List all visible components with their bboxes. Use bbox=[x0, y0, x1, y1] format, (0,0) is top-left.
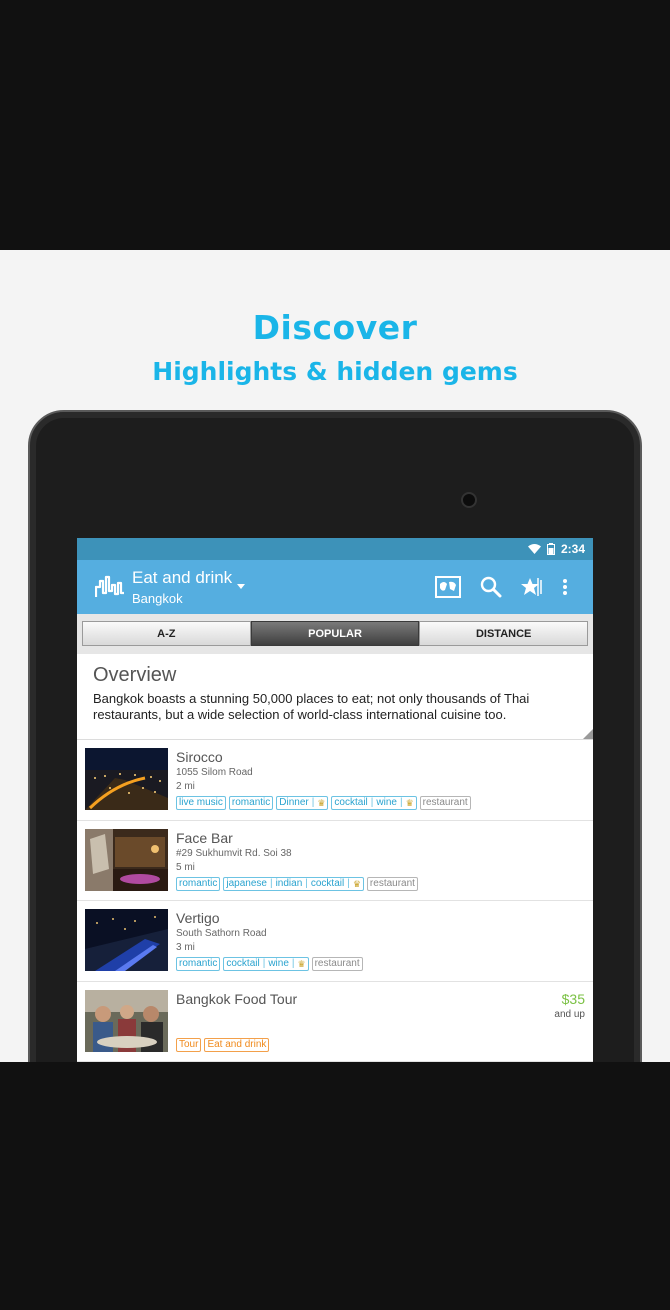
tag-list: romantic japanese | indian | cocktail | ♛ restau… bbox=[176, 876, 418, 891]
list-item[interactable]: Vertigo South Sathorn Road 3 mi romantic… bbox=[77, 901, 593, 982]
place-name: Face Bar bbox=[176, 829, 233, 846]
place-distance: 5 mi bbox=[176, 861, 195, 873]
tag-chip[interactable]: restaurant bbox=[366, 876, 418, 891]
tag-label: romantic bbox=[231, 797, 271, 808]
tag-chip[interactable]: romantic bbox=[176, 876, 221, 891]
tag-label: japanese bbox=[226, 877, 267, 889]
tag-list: romantic cocktail | wine | ♛ restaurant bbox=[176, 957, 363, 971]
place-address: #29 Sukhumvit Rd. Soi 38 bbox=[176, 847, 292, 859]
tab-a-z[interactable]: A-Z bbox=[82, 621, 251, 646]
place-thumbnail bbox=[85, 909, 168, 971]
tag-chip[interactable]: romantic bbox=[228, 796, 274, 810]
tag-label: romantic bbox=[179, 877, 218, 889]
tag-label: live music bbox=[179, 797, 223, 808]
tag-chip[interactable]: live music bbox=[176, 796, 226, 810]
place-thumbnail bbox=[85, 828, 168, 891]
tag-label: Eat and drink bbox=[207, 1038, 267, 1050]
tag-label: restaurant bbox=[314, 958, 360, 969]
status-bar: 2:34 bbox=[77, 538, 593, 560]
place-name: Bangkok Food Tour bbox=[176, 990, 298, 1007]
expand-corner-icon[interactable] bbox=[583, 729, 593, 739]
tag-chip[interactable]: Tour bbox=[176, 1037, 202, 1052]
tag-label: wine bbox=[268, 958, 289, 969]
tag-separator: | bbox=[269, 877, 273, 889]
tag-label: Dinner bbox=[279, 797, 309, 808]
battery-icon bbox=[546, 543, 555, 555]
overflow-menu-icon[interactable] bbox=[552, 574, 578, 600]
place-address: South Sathorn Road bbox=[176, 928, 267, 939]
search-icon[interactable] bbox=[478, 574, 504, 600]
list-item[interactable]: Face Bar #29 Sukhumvit Rd. Soi 38 5 mi r… bbox=[77, 821, 593, 901]
tag-list: live music romantic Dinner | ♛ cocktail | wine |… bbox=[176, 796, 471, 810]
place-thumbnail bbox=[85, 989, 168, 1052]
tab-distance[interactable]: DISTANCE bbox=[419, 621, 589, 646]
tag-label: restaurant bbox=[422, 797, 468, 808]
tag-separator: | bbox=[347, 877, 350, 889]
screen-title[interactable]: Eat and drink bbox=[132, 568, 232, 588]
place-thumbnail bbox=[85, 748, 168, 810]
tag-chip[interactable]: restaurant bbox=[311, 957, 363, 971]
place-distance: 3 mi bbox=[176, 942, 195, 953]
tag-label: cocktail bbox=[334, 797, 368, 808]
tag-label: romantic bbox=[179, 958, 218, 969]
action-bar: Eat and drink Bangkok bbox=[77, 560, 593, 614]
list-item[interactable]: Sirocco 1055 Silom Road 2 mi live music r… bbox=[77, 740, 593, 821]
tag-separator: | bbox=[291, 958, 295, 969]
wifi-icon bbox=[527, 544, 541, 554]
sort-tabs: A-Z POPULAR DISTANCE bbox=[77, 614, 593, 654]
tag-label: cocktail bbox=[226, 958, 260, 969]
screen-subtitle[interactable]: Bangkok bbox=[132, 591, 183, 606]
status-time: 2:34 bbox=[560, 542, 585, 556]
place-name: Sirocco bbox=[176, 749, 223, 765]
tag-separator: | bbox=[305, 877, 308, 889]
tab-popular[interactable]: POPULAR bbox=[250, 621, 420, 646]
place-address: 1055 Silom Road bbox=[176, 767, 253, 778]
camera-icon bbox=[461, 492, 477, 508]
list-item[interactable]: Bangkok Food Tour $35 and up Tour Eat and… bbox=[77, 982, 593, 1062]
city-skyline-icon[interactable] bbox=[95, 573, 125, 599]
overview-section[interactable]: Overview Bangkok boasts a stunning 50,00… bbox=[77, 654, 593, 740]
chevron-down-icon[interactable] bbox=[237, 584, 245, 589]
tag-chip[interactable]: cocktail | wine | ♛ bbox=[223, 957, 309, 971]
tag-label: indian bbox=[275, 877, 303, 889]
tag-chip[interactable]: Dinner | ♛ bbox=[276, 796, 329, 810]
top-black-band bbox=[0, 0, 670, 250]
tag-chip[interactable]: restaurant bbox=[419, 796, 471, 810]
promo-subline: Highlights & hidden gems bbox=[152, 357, 518, 386]
overview-text: Bangkok boasts a stunning 50,000 places … bbox=[93, 691, 530, 722]
price-note: and up bbox=[554, 1008, 585, 1020]
overview-title: Overview bbox=[93, 664, 177, 686]
tag-label: wine bbox=[376, 797, 397, 808]
map-icon[interactable] bbox=[435, 574, 461, 600]
place-distance: 2 mi bbox=[176, 781, 195, 792]
crown-icon: ♛ bbox=[297, 959, 306, 969]
tag-label: cocktail bbox=[310, 877, 345, 889]
tag-label: Tour bbox=[179, 1038, 199, 1050]
promo-panel: Discover Highlights & hidden gems 2:34 E… bbox=[0, 250, 670, 1062]
tag-chip[interactable]: cocktail | wine | ♛ bbox=[331, 796, 417, 810]
starred-icon[interactable] bbox=[520, 574, 546, 600]
crown-icon: ♛ bbox=[352, 878, 361, 889]
bottom-black-band bbox=[0, 1062, 670, 1310]
tag-separator: | bbox=[399, 797, 403, 808]
app-screen: 2:34 Eat and drink Bangkok A-Z POPULAR D… bbox=[77, 538, 593, 1062]
price-label: $35 bbox=[561, 990, 585, 1007]
tag-separator: | bbox=[311, 797, 315, 808]
tag-list: Tour Eat and drink bbox=[176, 1037, 270, 1052]
promo-headline: Discover bbox=[252, 308, 418, 347]
tag-label: restaurant bbox=[369, 877, 415, 889]
tag-chip[interactable]: Eat and drink bbox=[204, 1037, 270, 1052]
tag-chip[interactable]: romantic bbox=[176, 957, 221, 971]
tag-chip[interactable]: japanese | indian | cocktail | ♛ bbox=[223, 876, 364, 891]
crown-icon: ♛ bbox=[405, 798, 414, 808]
crown-icon: ♛ bbox=[317, 798, 326, 808]
place-name: Vertigo bbox=[176, 910, 220, 926]
